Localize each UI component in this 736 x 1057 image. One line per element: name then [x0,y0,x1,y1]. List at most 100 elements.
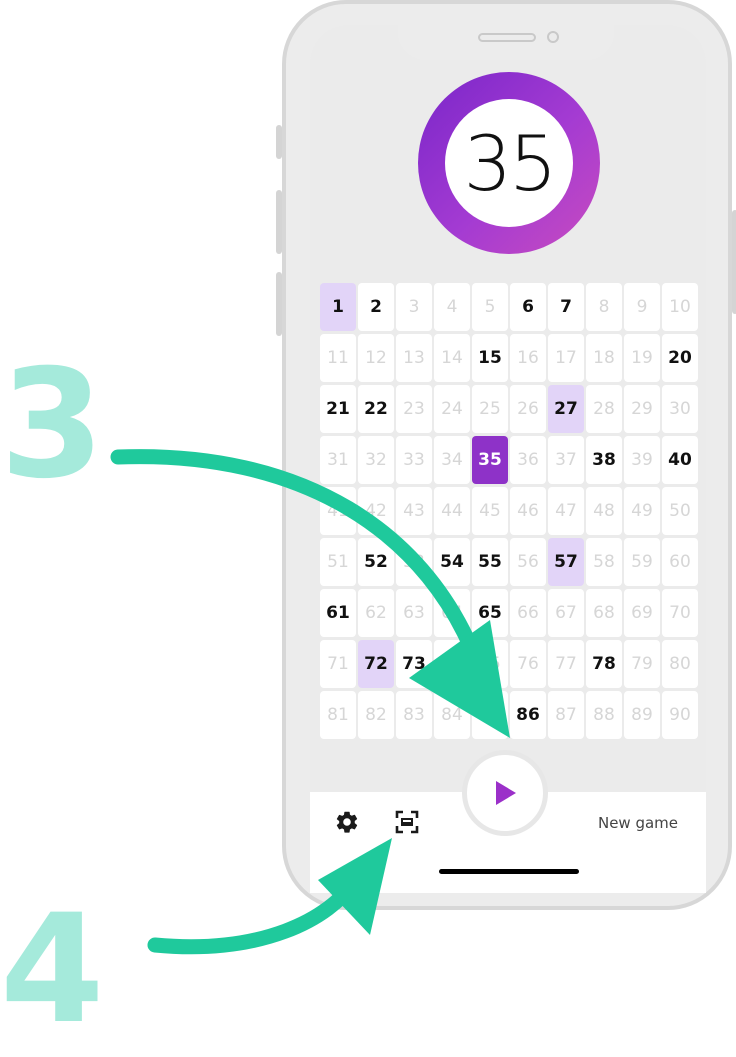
board-cell[interactable]: 70 [662,589,698,637]
number-board: 1 2 3 4 5 6 7 8 9 10 11 12 13 14 15 16 17 18 19 20 21 22 23 24 2… [320,283,698,739]
board-cell[interactable]: 49 [624,487,660,535]
home-indicator [439,869,579,874]
board-cell[interactable]: 46 [510,487,546,535]
board-cell[interactable]: 28 [586,385,622,433]
board-cell[interactable]: 80 [662,640,698,688]
board-cell[interactable]: 33 [396,436,432,484]
board-cell[interactable]: 71 [320,640,356,688]
phone-speaker [478,33,536,42]
board-cell[interactable]: 82 [358,691,394,739]
board-cell[interactable]: 87 [548,691,584,739]
board-cell[interactable]: 55 [472,538,508,586]
board-cell[interactable]: 9 [624,283,660,331]
board-cell[interactable]: 83 [396,691,432,739]
board-cell[interactable]: 13 [396,334,432,382]
board-cell[interactable]: 4 [434,283,470,331]
board-cell[interactable]: 50 [662,487,698,535]
board-cell[interactable]: 65 [472,589,508,637]
board-cell[interactable]: 30 [662,385,698,433]
board-cell[interactable]: 23 [396,385,432,433]
board-cell[interactable]: 85 [472,691,508,739]
board-cell[interactable]: 86 [510,691,546,739]
board-cell[interactable]: 67 [548,589,584,637]
board-cell[interactable]: 64 [434,589,470,637]
board-cell[interactable]: 35 [472,436,508,484]
settings-button[interactable] [334,809,360,835]
board-cell[interactable]: 72 [358,640,394,688]
board-cell[interactable]: 5 [472,283,508,331]
board-cell[interactable]: 66 [510,589,546,637]
board-cell[interactable]: 69 [624,589,660,637]
board-cell[interactable]: 34 [434,436,470,484]
board-cell[interactable]: 54 [434,538,470,586]
board-cell[interactable]: 16 [510,334,546,382]
board-cell[interactable]: 27 [548,385,584,433]
new-game-button[interactable]: New game [584,810,692,836]
board-cell[interactable]: 79 [624,640,660,688]
board-cell[interactable]: 81 [320,691,356,739]
board-cell[interactable]: 21 [320,385,356,433]
board-cell[interactable]: 84 [434,691,470,739]
play-button[interactable] [462,750,548,836]
board-cell[interactable]: 31 [320,436,356,484]
board-cell[interactable]: 14 [434,334,470,382]
board-cell[interactable]: 43 [396,487,432,535]
board-cell[interactable]: 59 [624,538,660,586]
board-cell[interactable]: 6 [510,283,546,331]
board-cell[interactable]: 58 [586,538,622,586]
board-cell[interactable]: 11 [320,334,356,382]
board-cell[interactable]: 61 [320,589,356,637]
board-cell[interactable]: 40 [662,436,698,484]
board-cell[interactable]: 7 [548,283,584,331]
board-cell[interactable]: 90 [662,691,698,739]
board-cell[interactable]: 3 [396,283,432,331]
board-cell[interactable]: 48 [586,487,622,535]
board-cell[interactable]: 32 [358,436,394,484]
board-cell[interactable]: 57 [548,538,584,586]
board-cell[interactable]: 1 [320,283,356,331]
board-cell[interactable]: 2 [358,283,394,331]
board-cell[interactable]: 63 [396,589,432,637]
board-cell[interactable]: 74 [434,640,470,688]
board-cell[interactable]: 53 [396,538,432,586]
scan-icon [395,810,419,834]
board-cell[interactable]: 10 [662,283,698,331]
board-cell[interactable]: 52 [358,538,394,586]
board-cell[interactable]: 24 [434,385,470,433]
board-cell[interactable]: 22 [358,385,394,433]
board-cell[interactable]: 51 [320,538,356,586]
board-cell[interactable]: 44 [434,487,470,535]
board-cell[interactable]: 37 [548,436,584,484]
board-cell[interactable]: 29 [624,385,660,433]
scan-button[interactable] [394,809,420,835]
board-cell[interactable]: 20 [662,334,698,382]
board-cell[interactable]: 77 [548,640,584,688]
board-cell[interactable]: 56 [510,538,546,586]
board-cell[interactable]: 18 [586,334,622,382]
board-cell[interactable]: 88 [586,691,622,739]
board-cell[interactable]: 68 [586,589,622,637]
board-cell[interactable]: 15 [472,334,508,382]
phone-power-button [732,210,736,314]
board-cell[interactable]: 17 [548,334,584,382]
board-cell[interactable]: 38 [586,436,622,484]
board-cell[interactable]: 41 [320,487,356,535]
board-cell[interactable]: 26 [510,385,546,433]
board-cell[interactable]: 36 [510,436,546,484]
board-cell[interactable]: 45 [472,487,508,535]
board-cell[interactable]: 12 [358,334,394,382]
board-cell[interactable]: 47 [548,487,584,535]
board-cell[interactable]: 25 [472,385,508,433]
board-cell[interactable]: 39 [624,436,660,484]
board-cell[interactable]: 89 [624,691,660,739]
board-cell[interactable]: 73 [396,640,432,688]
board-cell[interactable]: 78 [586,640,622,688]
board-cell[interactable]: 62 [358,589,394,637]
board-cell[interactable]: 19 [624,334,660,382]
board-cell[interactable]: 60 [662,538,698,586]
board-cell[interactable]: 76 [510,640,546,688]
board-cell[interactable]: 8 [586,283,622,331]
board-cell[interactable]: 42 [358,487,394,535]
board-cell[interactable]: 75 [472,640,508,688]
current-ball: 35 [445,99,573,227]
